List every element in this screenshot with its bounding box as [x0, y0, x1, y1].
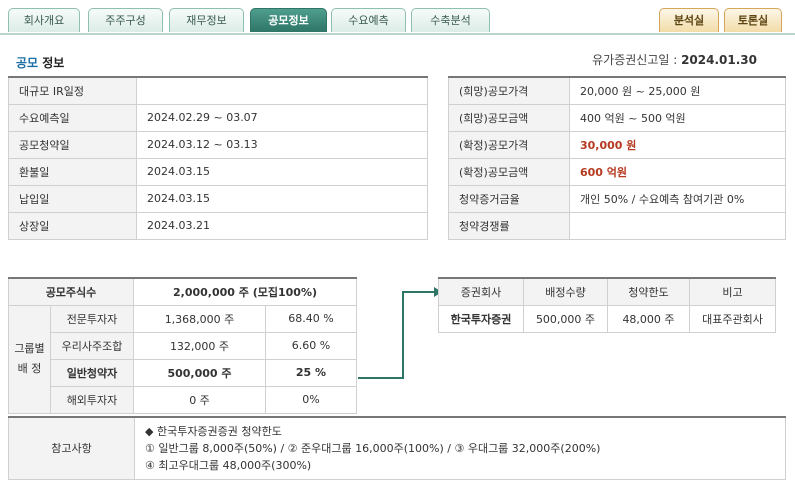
table-row: 해외투자자 0 주 0% [9, 385, 357, 414]
table-row: 환불일 2024.03.15 [8, 157, 428, 186]
row-pct: 6.60 % [265, 331, 357, 360]
table-row: 청약증거금율 개인 50% / 수요예측 참여기관 0% [448, 184, 786, 213]
notes-content: ◆ 한국투자증권증권 청약한도 ① 일반그룹 8,000주(50%) / ② 준… [134, 416, 786, 480]
row-label: 공모청약일 [8, 130, 137, 159]
filing-date: 유가증권신고일 : 2024.01.30 [592, 53, 757, 67]
row-value: 2024.03.12 ~ 03.13 [136, 130, 428, 159]
table-row: 일반청약자 500,000 주 25 % [9, 358, 357, 387]
col-header: 청약한도 [607, 277, 690, 306]
row-value: 개인 50% / 수요예측 참여기관 0% [569, 184, 786, 213]
tab-shareholders[interactable]: 주주구성 [88, 8, 163, 32]
table-row: (희망)공모가격 20,000 원 ~ 25,000 원 [448, 76, 786, 105]
tab-divider [0, 33, 795, 35]
row-shares: 132,000 주 [133, 331, 266, 360]
row-shares: 1,368,000 주 [133, 304, 266, 333]
confirmed-price: 30,000 원 [569, 130, 786, 159]
tab-financials[interactable]: 재무정보 [169, 8, 244, 32]
notes-table: 참고사항 ◆ 한국투자증권증권 청약한도 ① 일반그룹 8,000주(50%) … [8, 416, 786, 480]
schedule-table: 대규모 IR일정 수요예측일 2024.02.29 ~ 03.07 공모청약일 20… [8, 76, 428, 240]
row-label: 상장일 [8, 211, 137, 240]
row-label: 납입일 [8, 184, 137, 213]
table-header-row: 증권회사 배정수량 청약한도 비고 [438, 277, 776, 306]
row-value [136, 76, 428, 105]
table-row: 수요예측일 2024.02.29 ~ 03.07 [8, 103, 428, 132]
underwriter-allocation: 500,000 주 [523, 304, 608, 333]
row-label: 환불일 [8, 157, 137, 186]
allocation-table: 공모주식수 2,000,000 주 (모집100%) 그룹별 배 정 전문투자자 … [8, 277, 357, 414]
row-label: 대규모 IR일정 [8, 76, 137, 105]
row-shares: 0 주 [133, 385, 266, 414]
row-value [569, 211, 786, 240]
col-header: 배정수량 [523, 277, 608, 306]
underwriter-table: 증권회사 배정수량 청약한도 비고 한국투자증권 500,000 주 48,00… [438, 277, 776, 333]
col-header: 증권회사 [438, 277, 524, 306]
table-row: 한국투자증권 500,000 주 48,000 주 대표주관회사 [438, 304, 776, 333]
pricing-table: (희망)공모가격 20,000 원 ~ 25,000 원 (희망)공모금액 400 … [448, 76, 786, 240]
col-header: 비고 [689, 277, 776, 306]
underwriter-name: 한국투자증권 [438, 304, 524, 333]
tab-return-analysis[interactable]: 수축분석 [411, 8, 490, 32]
table-row: 상장일 2024.03.21 [8, 211, 428, 240]
table-row: 대규모 IR일정 [8, 76, 428, 105]
row-label: 전문투자자 [50, 304, 134, 333]
row-value: 2024.02.29 ~ 03.07 [136, 103, 428, 132]
underwriter-note: 대표주관회사 [689, 304, 776, 333]
row-pct: 25 % [265, 358, 357, 387]
table-row: 참고사항 ◆ 한국투자증권증권 청약한도 ① 일반그룹 8,000주(50%) … [8, 416, 786, 480]
notes-line: ① 일반그룹 8,000주(50%) / ② 준우대그룹 16,000주(100… [145, 441, 601, 455]
row-value: 2024.03.21 [136, 211, 428, 240]
table-row: 청약경쟁률 [448, 211, 786, 240]
shares-label: 공모주식수 [8, 277, 134, 306]
connector-arrow-icon [358, 287, 442, 379]
tab-analysis-room[interactable]: 분석실 [659, 8, 719, 32]
group-allocation-label: 그룹별 배 정 [8, 304, 51, 414]
row-label: 청약경쟁률 [448, 211, 570, 240]
table-row: 그룹별 배 정 전문투자자 1,368,000 주 68.40 % [8, 304, 357, 414]
row-label: 수요예측일 [8, 103, 137, 132]
row-label: (확정)공모가격 [448, 130, 570, 159]
section-title: 공모 정보 [16, 56, 65, 70]
table-row: (확정)공모가격 30,000 원 [448, 130, 786, 159]
row-label: 청약증거금율 [448, 184, 570, 213]
row-label: (희망)공모금액 [448, 103, 570, 132]
notes-line: ◆ 한국투자증권증권 청약한도 [145, 424, 282, 438]
table-row: 납입일 2024.03.15 [8, 184, 428, 213]
table-row: (희망)공모금액 400 억원 ~ 500 억원 [448, 103, 786, 132]
row-pct: 0% [265, 385, 357, 414]
row-pct: 68.40 % [265, 304, 357, 333]
shares-value: 2,000,000 주 (모집100%) [133, 277, 357, 306]
row-label: 일반청약자 [50, 358, 134, 387]
row-value: 2024.03.15 [136, 184, 428, 213]
row-label: (확정)공모금액 [448, 157, 570, 186]
confirmed-amount: 600 억원 [569, 157, 786, 186]
table-row: 공모주식수 2,000,000 주 (모집100%) [8, 277, 357, 306]
notes-label: 참고사항 [8, 416, 135, 480]
row-label: 해외투자자 [50, 385, 134, 414]
table-row: 공모청약일 2024.03.12 ~ 03.13 [8, 130, 428, 159]
table-row: 우리사주조합 132,000 주 6.60 % [9, 331, 357, 360]
tab-demand-forecast[interactable]: 수요예측 [331, 8, 406, 32]
row-shares: 500,000 주 [133, 358, 266, 387]
row-value: 20,000 원 ~ 25,000 원 [569, 76, 786, 105]
notes-line: ④ 최고우대그룹 48,000주(300%) [145, 458, 312, 472]
tab-ipo-info[interactable]: 공모정보 [250, 8, 327, 32]
underwriter-limit: 48,000 주 [607, 304, 690, 333]
row-value: 2024.03.15 [136, 157, 428, 186]
row-label: (희망)공모가격 [448, 76, 570, 105]
tab-company-overview[interactable]: 회사개요 [8, 8, 80, 32]
table-row: (확정)공모금액 600 억원 [448, 157, 786, 186]
row-label: 우리사주조합 [50, 331, 134, 360]
tab-discussion-room[interactable]: 토론실 [724, 8, 782, 32]
row-value: 400 억원 ~ 500 억원 [569, 103, 786, 132]
